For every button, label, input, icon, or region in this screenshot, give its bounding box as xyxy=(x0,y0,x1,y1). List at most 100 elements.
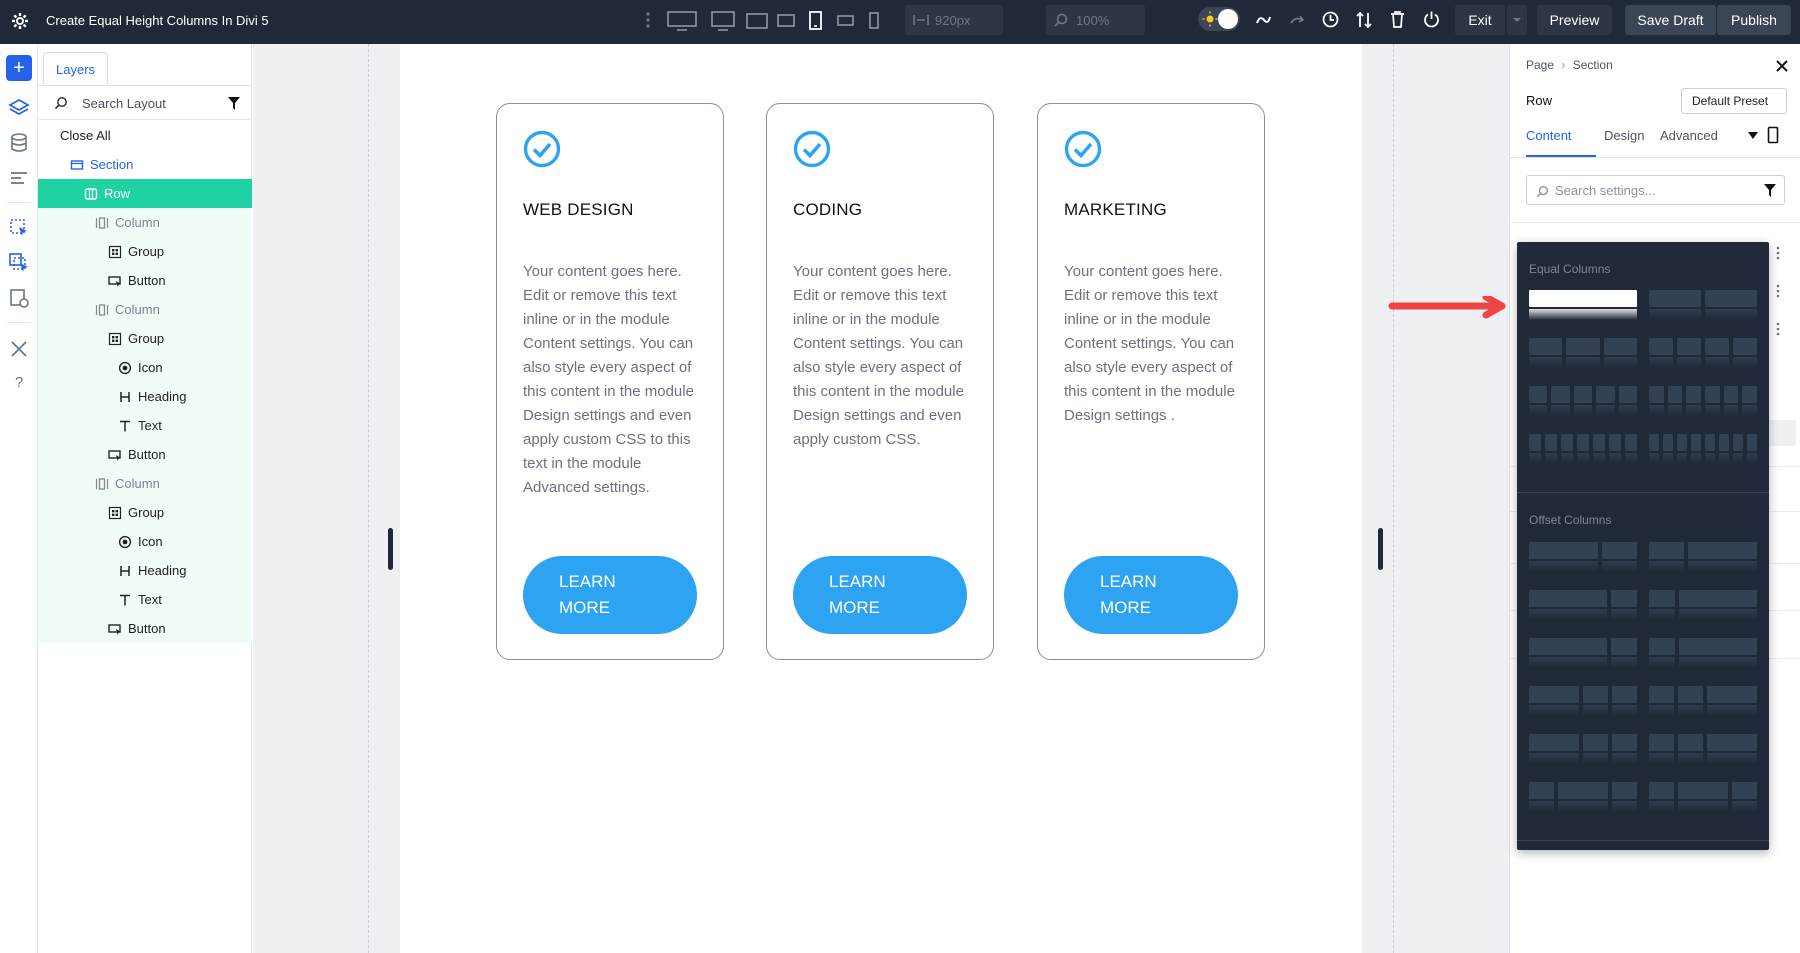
redo-icon[interactable] xyxy=(1288,11,1306,29)
learn-more-button[interactable]: LEARN MORE xyxy=(523,556,697,634)
layout-column-block xyxy=(1747,434,1757,451)
power-icon[interactable] xyxy=(1422,10,1441,29)
phone-landscape-icon[interactable] xyxy=(837,13,855,29)
row-icon xyxy=(84,187,104,201)
layer-item-group[interactable]: Group xyxy=(38,498,252,527)
card-column[interactable]: CODING Your content goes here. Edit or r… xyxy=(766,103,994,660)
publish-button[interactable]: Publish xyxy=(1717,5,1791,35)
page-settings-icon[interactable] xyxy=(8,287,30,309)
column-layout-option[interactable] xyxy=(1529,686,1637,716)
layer-item-group[interactable]: Group xyxy=(38,324,252,353)
layer-item-column[interactable]: Column xyxy=(38,295,252,324)
column-layout-option[interactable] xyxy=(1529,290,1637,320)
layer-item-column[interactable]: Column xyxy=(38,208,252,237)
close-icon[interactable] xyxy=(1774,58,1790,74)
column-layout-option[interactable] xyxy=(1649,734,1757,764)
preview-button[interactable]: Preview xyxy=(1537,5,1612,35)
column-layout-option[interactable] xyxy=(1529,434,1637,464)
more-options-icon[interactable] xyxy=(1776,284,1780,298)
small-tablet-icon[interactable] xyxy=(777,12,795,30)
card-column[interactable]: MARKETING Your content goes here. Edit o… xyxy=(1037,103,1265,660)
layer-item-heading[interactable]: Heading xyxy=(38,382,252,411)
filter-icon[interactable] xyxy=(228,97,240,110)
close-all-button[interactable]: Close All xyxy=(38,121,252,150)
preset-select[interactable]: Default Preset xyxy=(1681,88,1787,114)
select-icon[interactable] xyxy=(8,217,30,239)
breadcrumb-section[interactable]: Section xyxy=(1573,58,1613,72)
gear-icon[interactable] xyxy=(10,11,30,31)
column-layout-option[interactable] xyxy=(1529,734,1637,764)
exit-button[interactable]: Exit xyxy=(1455,5,1505,35)
column-layout-option[interactable] xyxy=(1649,638,1757,668)
column-layout-option[interactable] xyxy=(1649,338,1757,368)
column-layout-option[interactable] xyxy=(1649,434,1757,464)
wireframe-icon[interactable] xyxy=(1254,11,1272,29)
layers-search[interactable]: Search Layout xyxy=(38,86,252,120)
layer-item-group[interactable]: Group xyxy=(38,237,252,266)
layout-column-shadow xyxy=(1687,561,1757,572)
add-icon[interactable]: + xyxy=(6,55,32,81)
trash-icon[interactable] xyxy=(1389,10,1406,29)
layer-item-row[interactable]: Row xyxy=(38,179,252,208)
phone-icon[interactable] xyxy=(867,10,881,32)
layer-item-button[interactable]: Button xyxy=(38,614,252,643)
caret-down-icon[interactable] xyxy=(1748,132,1758,139)
database-icon[interactable] xyxy=(8,132,30,154)
tablet-portrait-icon[interactable] xyxy=(808,10,824,32)
learn-more-button[interactable]: LEARN MORE xyxy=(793,556,967,634)
column-layout-option[interactable] xyxy=(1649,686,1757,716)
learn-more-button[interactable]: LEARN MORE xyxy=(1064,556,1238,634)
resize-handle-right[interactable] xyxy=(1378,528,1383,570)
desktop-icon[interactable] xyxy=(711,10,735,32)
desktop-wide-icon[interactable] xyxy=(667,10,697,32)
sections-icon[interactable] xyxy=(8,167,30,189)
column-layout-option[interactable] xyxy=(1529,638,1637,668)
column-layout-option[interactable] xyxy=(1649,290,1757,320)
breadcrumb-page[interactable]: Page xyxy=(1526,58,1554,72)
column-layout-option[interactable] xyxy=(1649,782,1757,812)
layer-item-button[interactable]: Button xyxy=(38,266,252,295)
layer-item-text[interactable]: Text xyxy=(38,585,252,614)
width-field[interactable]: 920px xyxy=(905,5,1003,35)
column-layout-option[interactable] xyxy=(1529,542,1637,572)
save-draft-button[interactable]: Save Draft xyxy=(1625,5,1716,35)
filter-icon[interactable] xyxy=(1764,184,1776,197)
layout-column-shadow xyxy=(1742,405,1757,416)
settings-search-input[interactable]: Search settings... xyxy=(1526,175,1785,205)
exit-dropdown-button[interactable] xyxy=(1507,5,1527,35)
layers-icon[interactable] xyxy=(8,97,30,119)
more-options-icon[interactable] xyxy=(1776,322,1780,336)
layer-item-section[interactable]: Section xyxy=(38,150,252,179)
tab-advanced[interactable]: Advanced xyxy=(1660,128,1718,143)
text-icon xyxy=(118,419,138,433)
sort-arrows-icon[interactable] xyxy=(1355,10,1373,30)
column-layout-option[interactable] xyxy=(1649,590,1757,620)
resize-handle-left[interactable] xyxy=(388,528,393,570)
tools-icon[interactable] xyxy=(8,338,30,360)
layer-item-icon[interactable]: Icon xyxy=(38,527,252,556)
tablet-landscape-icon[interactable] xyxy=(746,11,768,31)
more-options-icon[interactable] xyxy=(1776,246,1780,260)
column-layout-option[interactable] xyxy=(1529,590,1637,620)
column-layout-option[interactable] xyxy=(1529,782,1637,812)
drag-handle-icon[interactable] xyxy=(645,10,651,30)
column-layout-option[interactable] xyxy=(1649,386,1757,416)
zoom-field[interactable]: 100% xyxy=(1046,5,1145,35)
column-layout-option[interactable] xyxy=(1649,542,1757,572)
layer-item-column[interactable]: Column xyxy=(38,469,252,498)
tab-content[interactable]: Content xyxy=(1526,128,1572,143)
phone-icon[interactable] xyxy=(1767,126,1779,144)
layer-item-text[interactable]: Text xyxy=(38,411,252,440)
multi-select-icon[interactable] xyxy=(8,252,30,274)
layer-item-icon[interactable]: Icon xyxy=(38,353,252,382)
card-column[interactable]: WEB DESIGN Your content goes here. Edit … xyxy=(496,103,724,660)
layer-item-heading[interactable]: Heading xyxy=(38,556,252,585)
column-layout-option[interactable] xyxy=(1529,386,1637,416)
tab-layers[interactable]: Layers xyxy=(43,52,109,86)
layer-item-button[interactable]: Button xyxy=(38,440,252,469)
history-icon[interactable] xyxy=(1321,10,1340,29)
help-icon[interactable]: ? xyxy=(8,372,30,394)
column-layout-option[interactable] xyxy=(1529,338,1637,368)
theme-toggle[interactable] xyxy=(1198,7,1240,31)
tab-design[interactable]: Design xyxy=(1604,128,1644,143)
